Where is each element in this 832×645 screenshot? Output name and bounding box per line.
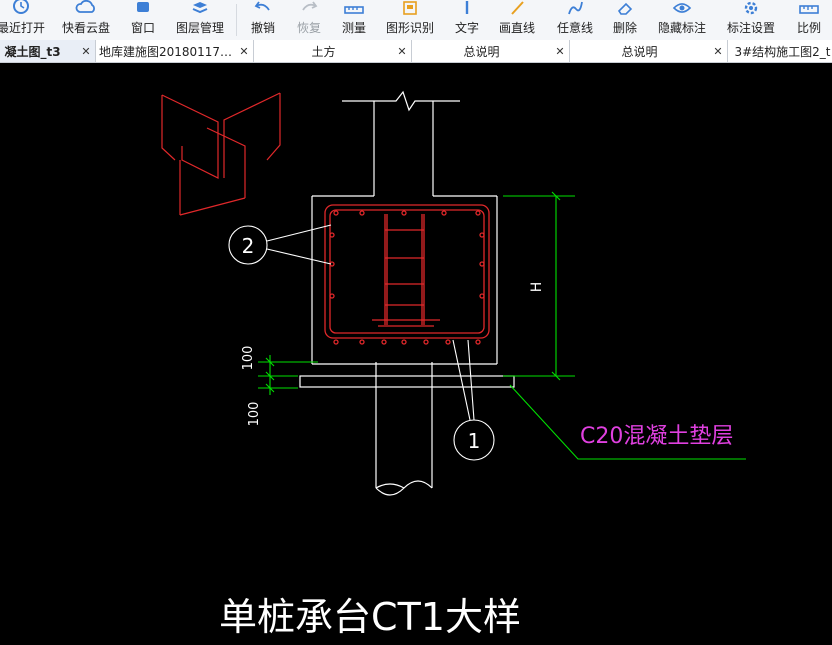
close-icon[interactable]: ✕ [77,45,95,58]
draw-line-button[interactable]: 画直线 [497,0,537,40]
clock-icon [9,0,33,16]
dimension-100-bottom-label: 100 [247,402,262,427]
callout-2-label: 2 [242,234,255,258]
pile [375,362,433,496]
draw-line-label: 画直线 [498,21,535,35]
c20-label: C20混凝土垫层 [580,424,733,449]
undo-icon [251,0,275,16]
shape-recognize-button[interactable]: 图形识别 [384,0,436,40]
line-icon [505,0,529,16]
dimension-h-label: H [529,282,545,293]
tab-structure-3[interactable]: 3#结构施工图2_t [728,40,832,62]
eye-icon [670,0,694,16]
dimension-100-top-label: 100 [241,346,256,371]
window-icon [131,0,155,16]
measure-button[interactable]: 测量 [339,0,369,40]
ruler-icon [342,0,366,16]
red-logo-mark [161,92,281,216]
eraser-icon [613,0,637,16]
close-icon[interactable]: ✕ [235,45,253,58]
text-button[interactable]: 文字 [452,0,482,40]
shape-recognize-label: 图形识别 [385,21,434,35]
window-button[interactable]: 窗口 [128,0,158,40]
pile-cap [311,195,498,365]
hide-annotation-button[interactable]: 隐藏标注 [656,0,708,40]
hide-annotation-label: 隐藏标注 [657,21,706,35]
recent-open-label: 最近打开 [0,21,45,35]
tab-concrete-t3[interactable]: 凝土图_t3 ✕ [0,40,96,62]
layer-manager-label: 图层管理 [175,21,224,35]
layer-manager-button[interactable]: 图层管理 [174,0,226,40]
measure-label: 测量 [341,21,366,35]
annotation-settings-label: 标注设置 [726,21,775,35]
freehand-line-icon [563,0,587,16]
cloud-icon [74,0,98,16]
freehand-line-button[interactable]: 任意线 [555,0,595,40]
tab-label: 地库建施图20180117… [98,44,233,59]
scale-icon [797,0,821,16]
tab-label: 3#结构施工图2_t [734,44,831,59]
cloud-disk-button[interactable]: 快看云盘 [61,0,111,40]
drawing-canvas[interactable]: H 100 100 2 1 C20混凝土垫层 单桩承台CT1大样 [0,63,832,641]
callout-1-label: 1 [468,429,481,453]
tab-earthwork[interactable]: 土方 ✕ [254,40,412,62]
redo-icon [297,0,321,16]
drawing-title: 单桩承台CT1大样 [219,595,521,639]
gear-icon [739,0,763,16]
tab-general-notes-2[interactable]: 总说明 ✕ [570,40,728,62]
freehand-line-label: 任意线 [556,21,593,35]
text-icon [455,0,479,16]
tab-label: 凝土图_t3 [4,44,61,59]
tab-label: 总说明 [463,44,500,59]
window-label: 窗口 [130,21,155,35]
text-label: 文字 [454,21,479,35]
document-tab-bar: 凝土图_t3 ✕ 地库建施图20180117… ✕ 土方 ✕ 总说明 ✕ 总说明… [0,40,832,63]
cad-drawing: H 100 100 2 1 C20混凝土垫层 单桩承台CT1大样 [161,90,746,639]
toolbar: 最近打开 快看云盘 窗口 图层管理 撤销 恢复 测量 图形识别 文字 画直线 任… [0,0,832,41]
recent-open-button[interactable]: 最近打开 [0,0,46,40]
undo-label: 撤销 [250,21,275,35]
toolbar-separator [236,4,237,36]
delete-label: 删除 [612,21,637,35]
rebar-cage [324,204,490,345]
tab-label: 总说明 [621,44,658,59]
tab-label: 土方 [311,44,336,59]
tab-general-notes-1[interactable]: 总说明 ✕ [412,40,570,62]
shape-recognize-icon [398,0,422,16]
cloud-disk-label: 快看云盘 [61,21,110,35]
annotation-settings-button[interactable]: 标注设置 [725,0,777,40]
redo-label: 恢复 [296,21,321,35]
tab-basement-architecture[interactable]: 地库建施图20180117… ✕ [96,40,254,62]
close-icon[interactable]: ✕ [709,45,727,58]
layers-icon [188,0,212,16]
close-icon[interactable]: ✕ [551,45,569,58]
redo-button[interactable]: 恢复 [294,0,324,40]
c20-cushion-layer [299,375,515,388]
column [342,90,460,196]
undo-button[interactable]: 撤销 [248,0,278,40]
delete-button[interactable]: 删除 [610,0,640,40]
scale-button[interactable]: 比例 [794,0,824,40]
scale-label: 比例 [796,21,821,35]
close-icon[interactable]: ✕ [393,45,411,58]
